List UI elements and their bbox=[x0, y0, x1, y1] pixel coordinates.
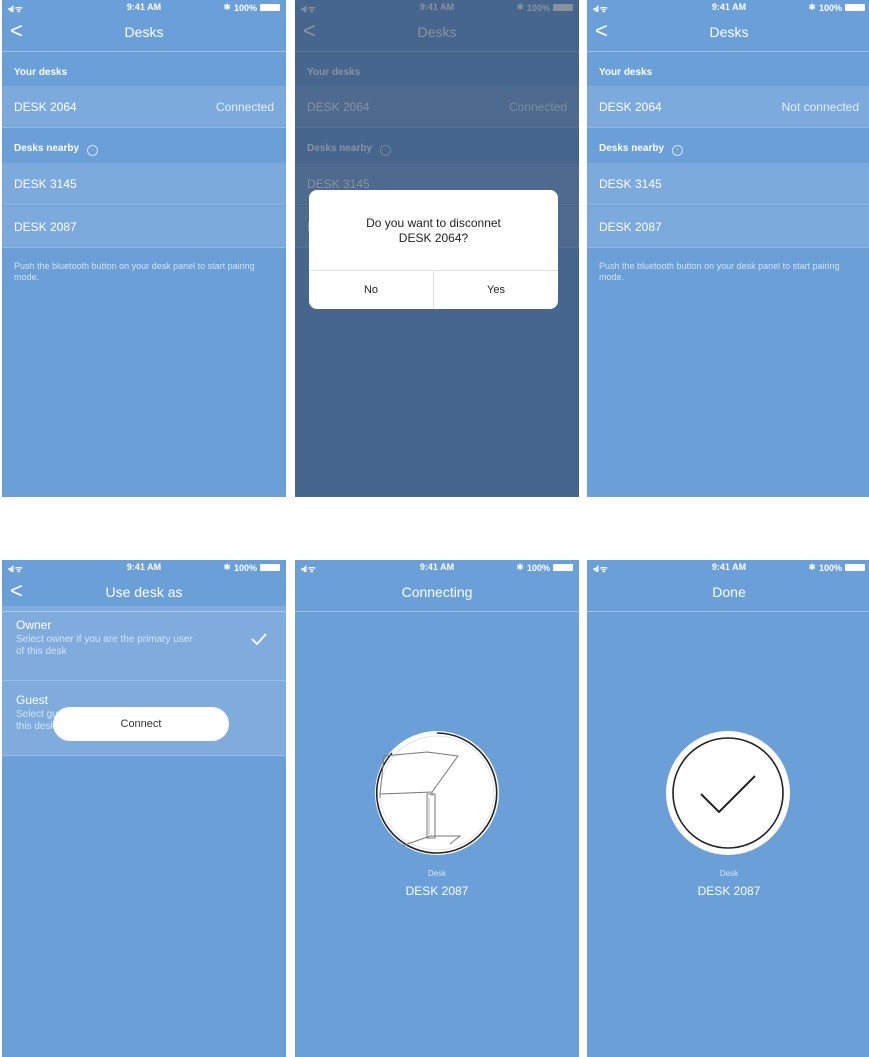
disconnect-dialog: Do you want to disconnet DESK 2064? No Y… bbox=[309, 190, 558, 309]
dialog-line-1: Do you want to disconnet bbox=[366, 216, 501, 230]
desk-row-3145[interactable]: DESK 3145 bbox=[587, 163, 869, 205]
desk-name: DESK 2087 bbox=[405, 884, 469, 898]
section-label: Desks nearby bbox=[599, 143, 665, 154]
battery-icon bbox=[553, 564, 573, 571]
desk-name: DESK 2087 bbox=[697, 884, 761, 898]
battery-icon bbox=[260, 564, 280, 571]
pairing-hint: Push the bluetooth button on your desk p… bbox=[599, 261, 840, 282]
status-bar: •ıl ᯤ 9:41 AM ✱100% bbox=[2, 0, 286, 14]
battery-icon bbox=[845, 4, 865, 11]
nav-bar: < Desks bbox=[587, 14, 869, 52]
dialog-line-2: DESK 2064? bbox=[398, 231, 469, 245]
battery-label: 100% bbox=[233, 562, 257, 573]
nav-bar: Connecting bbox=[295, 574, 579, 612]
page-title: Desks bbox=[124, 24, 164, 40]
bluetooth-icon: ✱ bbox=[223, 562, 231, 572]
screen-desks-connected: •ıl ᯤ 9:41 AM ✱ 100% < Desks Your desks D… bbox=[2, 0, 286, 497]
section-desks-nearby: Desks nearby · bbox=[2, 143, 286, 156]
screen-done: •ıl ᯤ 9:41 AM ✱ 100% Done Desk DESK 2087 bbox=[587, 560, 869, 1057]
status-bar: •ıl ᯤ 9:41 AM ✱100% bbox=[587, 0, 869, 14]
page-title: Connecting bbox=[401, 584, 473, 600]
bluetooth-icon: ✱ bbox=[516, 562, 524, 572]
desk-row-2087[interactable]: DESK 2087 bbox=[587, 206, 869, 248]
checkmark-icon bbox=[251, 633, 267, 646]
desk-caption: Desk bbox=[427, 869, 447, 878]
bluetooth-icon: ✱ bbox=[223, 2, 231, 12]
desk-name: DESK 2064 bbox=[14, 100, 77, 114]
battery-label: 100% bbox=[818, 2, 842, 13]
battery-icon bbox=[845, 564, 865, 571]
dialog-message: Do you want to disconnet DESK 2064? bbox=[319, 216, 548, 246]
screen-connecting: •ıl ᯤ 9:41 AM ✱ 100% Connecting Desk DESK… bbox=[295, 560, 579, 1057]
pairing-hint: Push the bluetooth button on your desk p… bbox=[14, 261, 255, 282]
option-guest-label: Guest bbox=[16, 693, 49, 707]
battery-label: 100% bbox=[818, 562, 842, 573]
bluetooth-icon: ✱ bbox=[808, 2, 816, 12]
status-bar: •ıl ᯤ 9:41 AM ✱100% bbox=[295, 560, 579, 574]
desk-illustration-icon bbox=[375, 731, 499, 855]
desk-row-2087[interactable]: DESK 2087 bbox=[2, 206, 286, 248]
battery-icon bbox=[260, 4, 280, 11]
connection-status: Not connected bbox=[781, 100, 859, 114]
nav-bar: < Desks bbox=[2, 14, 286, 52]
section-label: Desks nearby bbox=[14, 143, 80, 154]
battery-label: 100% bbox=[233, 2, 257, 13]
yes-button[interactable]: Yes bbox=[433, 271, 558, 309]
section-your-desks: Your desks bbox=[599, 67, 653, 78]
loading-icon: · bbox=[672, 145, 684, 156]
connection-status: Connected bbox=[215, 100, 274, 114]
nav-bar: Done bbox=[587, 574, 869, 612]
screen-use-desk-as: •ıl ᯤ 9:41 AM ✱ 100% < Use desk as Owner … bbox=[2, 560, 286, 1057]
page-title: Use desk as bbox=[105, 584, 183, 600]
success-check-icon bbox=[666, 731, 790, 855]
loading-icon: · bbox=[87, 145, 99, 156]
option-owner-label: Owner bbox=[16, 618, 52, 632]
no-button[interactable]: No bbox=[309, 271, 433, 309]
desk-caption: Desk bbox=[719, 869, 739, 878]
page-title: Desks bbox=[709, 24, 749, 40]
page-title: Done bbox=[712, 584, 746, 600]
section-your-desks: Your desks bbox=[14, 67, 68, 78]
desk-row-2064[interactable]: DESK 2064 Connected bbox=[2, 86, 286, 128]
status-bar: •ıl ᯤ 9:41 AM ✱100% bbox=[2, 560, 286, 574]
desk-row-2064[interactable]: DESK 2064 Not connected bbox=[587, 86, 869, 128]
desk-name: DESK 2064 bbox=[599, 100, 662, 114]
screen-desks-not-connected: •ıl ᯤ 9:41 AM ✱ 100% < Desks Your desks D… bbox=[587, 0, 869, 497]
screen-disconnect-dialog: •ıl ᯤ 9:41 AM ✱100% < Desks Your desks D… bbox=[295, 0, 579, 497]
bluetooth-icon: ✱ bbox=[808, 562, 816, 572]
option-owner[interactable]: Owner Select owner if you are the primar… bbox=[2, 606, 286, 681]
connect-button[interactable]: Connect bbox=[53, 707, 229, 741]
battery-label: 100% bbox=[526, 562, 550, 573]
section-desks-nearby: Desks nearby · bbox=[587, 143, 869, 156]
status-bar: •ıl ᯤ 9:41 AM ✱100% bbox=[587, 560, 869, 574]
option-owner-desc: Select owner if you are the primary user… bbox=[16, 634, 193, 657]
desk-row-3145[interactable]: DESK 3145 bbox=[2, 163, 286, 205]
